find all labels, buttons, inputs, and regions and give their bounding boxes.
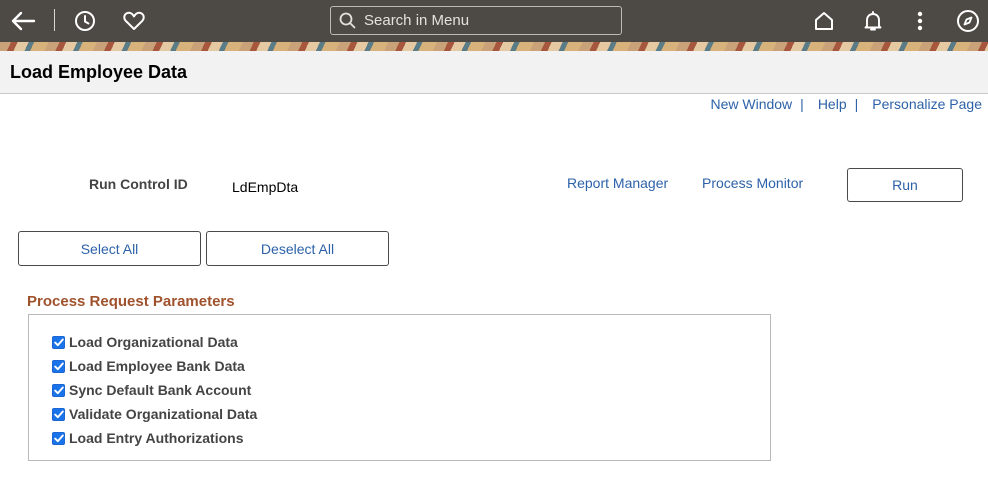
link-separator: | xyxy=(800,96,804,112)
load-organizational-data-checkbox[interactable] xyxy=(52,335,65,349)
checkmark-icon xyxy=(53,362,64,370)
top-nav-bar xyxy=(0,0,988,42)
nav-separator xyxy=(54,9,55,31)
run-control-id-value: LdEmpDta xyxy=(232,179,299,195)
checkbox-label: Load Organizational Data xyxy=(69,334,238,350)
page-title: Load Employee Data xyxy=(10,62,188,82)
parameter-row-load-employee-bank-data: Load Employee Bank Data xyxy=(52,356,245,376)
report-manager-link[interactable]: Report Manager xyxy=(567,175,668,191)
validate-organizational-data-checkbox[interactable] xyxy=(52,407,65,421)
sync-default-bank-account-checkbox[interactable] xyxy=(52,383,65,397)
checkbox-label: Load Entry Authorizations xyxy=(69,430,244,446)
page-title-bar: Load Employee Data xyxy=(0,51,988,94)
navigator-compass-icon[interactable] xyxy=(954,7,982,35)
checkbox-label: Validate Organizational Data xyxy=(69,406,258,422)
search-input[interactable] xyxy=(362,11,612,30)
process-request-parameters-heading: Process Request Parameters xyxy=(27,293,235,310)
load-employee-bank-data-checkbox[interactable] xyxy=(52,359,65,373)
page-utility-links: New Window | Help | Personalize Page xyxy=(710,96,982,112)
deselect-all-button[interactable]: Deselect All xyxy=(206,231,389,266)
checkmark-icon xyxy=(53,410,64,418)
parameter-row-sync-default-bank-account: Sync Default Bank Account xyxy=(52,380,251,400)
parameter-row-load-organizational-data: Load Organizational Data xyxy=(52,332,238,352)
select-all-button[interactable]: Select All xyxy=(18,231,201,266)
process-request-parameters-group: Load Organizational Data Load Employee B… xyxy=(28,314,771,461)
back-arrow-icon[interactable] xyxy=(9,7,37,35)
checkbox-label: Sync Default Bank Account xyxy=(69,382,252,398)
favorites-heart-icon[interactable] xyxy=(120,7,148,35)
personalize-page-link[interactable]: Personalize Page xyxy=(872,96,982,112)
search-icon xyxy=(339,12,357,30)
checkbox-label: Load Employee Bank Data xyxy=(69,358,245,374)
home-icon[interactable] xyxy=(810,7,838,35)
run-control-id-label: Run Control ID xyxy=(89,176,188,192)
menu-search-box[interactable] xyxy=(330,6,622,35)
parameter-row-validate-organizational-data: Validate Organizational Data xyxy=(52,404,257,424)
decorative-banner xyxy=(0,42,988,51)
checkmark-icon xyxy=(53,434,64,442)
new-window-link[interactable]: New Window xyxy=(710,96,792,112)
checkmark-icon xyxy=(53,386,64,394)
actions-menu-kebab-icon[interactable] xyxy=(906,7,934,35)
help-link[interactable]: Help xyxy=(818,96,847,112)
notifications-bell-icon[interactable] xyxy=(859,7,887,35)
link-separator: | xyxy=(854,96,859,112)
load-entry-authorizations-checkbox[interactable] xyxy=(52,431,65,445)
run-button[interactable]: Run xyxy=(847,168,963,202)
checkmark-icon xyxy=(53,338,64,346)
recent-history-clock-icon[interactable] xyxy=(71,7,99,35)
parameter-row-load-entry-authorizations: Load Entry Authorizations xyxy=(52,428,243,448)
process-monitor-link[interactable]: Process Monitor xyxy=(702,175,803,191)
